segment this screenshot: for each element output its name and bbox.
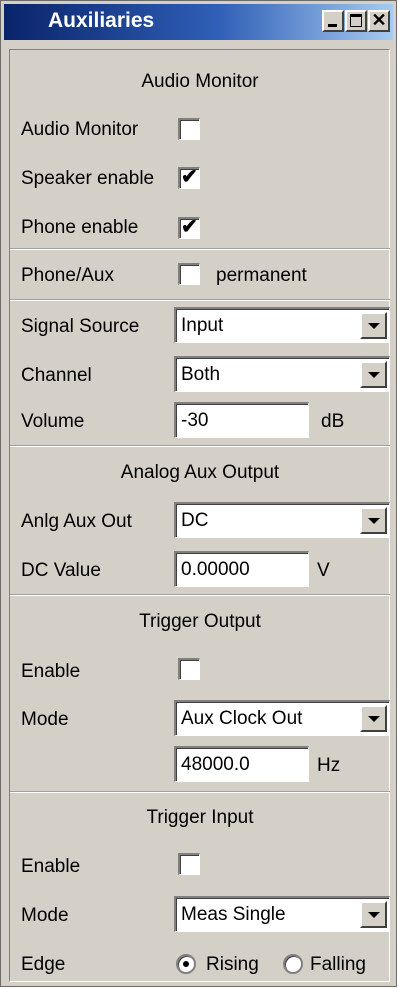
check-mark-icon: ✔ [181, 166, 198, 188]
trigger-input-mode-label: Mode [21, 905, 69, 926]
title-bar[interactable]: Auxiliaries ✕ [4, 4, 393, 40]
trigger-output-header: Trigger Output [139, 611, 261, 632]
auxiliaries-window: Auxiliaries ✕ Audio Monitor Audio Monito… [0, 0, 397, 987]
permanent-checkbox[interactable] [178, 263, 200, 285]
trigger-output-frequency-input[interactable]: 48000.0 [174, 746, 309, 782]
trigger-output-enable-label: Enable [21, 661, 81, 682]
trigger-input-mode-value: Meas Single [181, 904, 286, 925]
permanent-label: permanent [216, 265, 307, 286]
trigger-output-mode-value: Aux Clock Out [181, 708, 303, 729]
chevron-down-icon[interactable] [360, 361, 387, 388]
edge-rising-label: Rising [206, 954, 259, 975]
trigger-output-frequency-value: 48000.0 [181, 754, 250, 775]
trigger-output-mode-select[interactable]: Aux Clock Out [174, 700, 390, 736]
check-mark-icon: ✔ [181, 216, 198, 238]
dc-value-label: DC Value [21, 560, 101, 581]
minimize-button[interactable] [322, 10, 344, 32]
trigger-input-mode-select[interactable]: Meas Single [174, 896, 390, 932]
analog-aux-output-header: Analog Aux Output [120, 462, 280, 483]
speaker-enable-label: Speaker enable [21, 168, 155, 189]
chevron-down-icon[interactable] [360, 507, 387, 534]
channel-label: Channel [21, 365, 92, 386]
anlg-aux-out-label: Anlg Aux Out [21, 511, 132, 532]
volume-unit: dB [321, 411, 345, 432]
audio-monitor-label: Audio Monitor [21, 119, 139, 140]
audio-monitor-header: Audio Monitor [141, 71, 259, 92]
phone-aux-label: Phone/Aux [21, 265, 114, 286]
anlg-aux-out-value: DC [181, 510, 209, 531]
dc-value-unit: V [317, 560, 330, 581]
close-icon: ✕ [371, 10, 387, 30]
section-divider [10, 299, 390, 301]
trigger-input-enable-checkbox[interactable] [178, 853, 200, 875]
phone-enable-checkbox[interactable]: ✔ [178, 216, 200, 239]
chevron-down-icon[interactable] [360, 312, 387, 339]
trigger-input-enable-label: Enable [21, 856, 81, 877]
volume-label: Volume [21, 411, 85, 432]
trigger-output-frequency-unit: Hz [317, 755, 341, 776]
chevron-down-icon[interactable] [360, 705, 387, 732]
edge-label: Edge [21, 954, 66, 975]
signal-source-select[interactable]: Input [174, 307, 390, 343]
trigger-input-header: Trigger Input [146, 807, 254, 828]
radio-selected-dot [183, 961, 189, 967]
close-button[interactable]: ✕ [368, 10, 390, 32]
anlg-aux-out-select[interactable]: DC [174, 502, 390, 538]
chevron-down-icon[interactable] [360, 901, 387, 928]
edge-falling-radio[interactable] [283, 954, 303, 974]
channel-select[interactable]: Both [174, 356, 390, 392]
volume-input[interactable]: -30 [174, 402, 309, 438]
signal-source-value: Input [181, 315, 224, 336]
section-divider [10, 791, 390, 793]
window-title: Auxiliaries [48, 9, 155, 32]
section-divider [10, 594, 390, 596]
signal-source-label: Signal Source [21, 316, 140, 337]
speaker-enable-checkbox[interactable]: ✔ [178, 166, 200, 189]
edge-rising-radio[interactable] [176, 954, 196, 974]
dc-value: 0.00000 [181, 559, 250, 580]
phone-enable-label: Phone enable [21, 217, 139, 238]
audio-monitor-checkbox[interactable] [178, 118, 200, 140]
edge-falling-label: Falling [310, 954, 366, 975]
volume-value: -30 [181, 410, 209, 431]
maximize-button[interactable] [345, 10, 367, 32]
channel-value: Both [181, 364, 221, 385]
section-divider [10, 445, 390, 447]
section-divider [10, 248, 390, 250]
trigger-output-enable-checkbox[interactable] [178, 658, 200, 680]
trigger-output-mode-label: Mode [21, 709, 69, 730]
dc-value-input[interactable]: 0.00000 [174, 551, 309, 587]
